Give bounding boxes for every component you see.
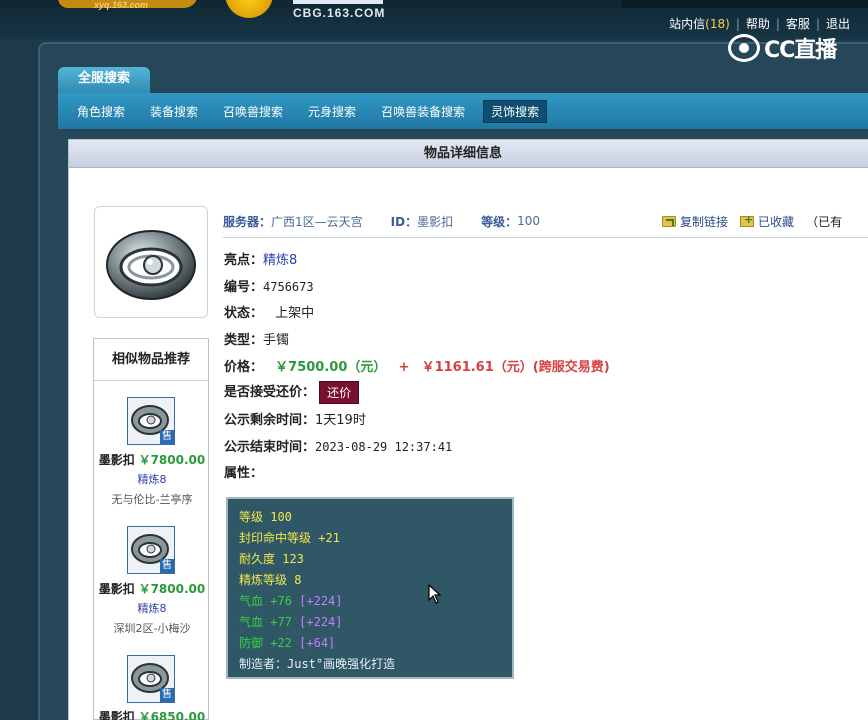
top-links: 站内信(18) | 帮助 | 客服 | 退出 — [669, 15, 850, 32]
price-plus: + — [398, 360, 410, 375]
cbg-logo-star-icon — [225, 0, 273, 18]
end-label: 公示结束时间： — [224, 440, 316, 455]
highlight-row: 亮点：精炼8 — [224, 249, 297, 268]
price-label: 价格： — [224, 360, 264, 375]
logout-link[interactable]: 退出 — [826, 15, 850, 32]
item-image — [94, 206, 208, 318]
level-label: 等级： — [481, 214, 518, 229]
highlight-label: 亮点： — [224, 253, 264, 268]
status-label: 状态： — [224, 306, 264, 321]
topbar-strip — [622, 0, 868, 8]
attr-line: 制造者：Just°画晚强化打造 — [239, 657, 396, 671]
sub-nav: 角色搜索 装备搜索 召唤兽搜索 元身搜索 召唤兽装备搜索 灵饰搜索 — [58, 93, 868, 129]
cross-server-fee: ￥1161.61（元）(跨服交易费) — [421, 360, 610, 375]
number-row: 编号：4756673 — [224, 276, 314, 295]
id-label: ID： — [390, 214, 418, 229]
end-time-row: 公示结束时间：2023-08-29 12:37:41 — [224, 436, 452, 455]
panel-title: 物品详细信息 — [69, 140, 868, 168]
server-label: 服务器： — [223, 214, 272, 229]
similar-item-server: 深圳2区-小梅沙 — [113, 622, 191, 635]
for-sale-tag: 售 — [160, 559, 174, 573]
haggle-label: 是否接受还价： — [224, 385, 316, 400]
similar-items-title: 相似物品推荐 — [94, 339, 208, 381]
cbg-logo-graphic — [293, 0, 383, 4]
id-value: 墨影扣 — [417, 214, 454, 229]
type-row: 类型：手镯 — [224, 329, 289, 348]
price-row: 价格： ￥7500.00（元） + ￥1161.61（元）(跨服交易费) — [224, 356, 610, 375]
subnav-item-0[interactable]: 角色搜索 — [70, 101, 132, 122]
cc-live-watermark: CC直播 — [728, 32, 837, 64]
attr-line: 等级 100 — [239, 510, 292, 524]
subnav-item-4[interactable]: 召唤兽装备搜索 — [374, 101, 472, 122]
cc-logo-text: CC直播 — [764, 38, 837, 63]
divider: | — [735, 16, 740, 31]
messages-label: 站内信 — [669, 17, 706, 31]
attr-line: 气血 +76 [+224] — [239, 594, 343, 608]
number-label: 编号： — [224, 280, 264, 295]
for-sale-tag: 售 — [160, 688, 174, 702]
highlight-value: 精炼8 — [263, 253, 298, 268]
similar-item-refine: 精炼8 — [137, 473, 167, 486]
subnav-item-2[interactable]: 召唤兽搜索 — [216, 101, 290, 122]
item-summary-bar: 服务器： 广西1区—云天宫 ID： 墨影扣 等级： 100 复制链接 已收藏 （… — [223, 205, 868, 238]
messages-link[interactable]: 站内信(18) — [669, 15, 730, 32]
similar-item-thumb[interactable]: 售 — [127, 655, 175, 703]
status-value: 上架中 — [275, 306, 315, 321]
for-sale-tag: 售 — [160, 430, 174, 444]
similar-item-server: 无与伦比-兰亭序 — [111, 493, 193, 506]
remaining-time-row: 公示剩余时间：1天19时 — [224, 409, 366, 428]
level-value: 100 — [517, 214, 541, 228]
xyq-logo[interactable]: xyq.163.com — [58, 0, 208, 20]
attr-line: 防御 +22 [+64] — [239, 636, 336, 650]
divider: | — [775, 16, 780, 31]
divider: | — [815, 16, 820, 31]
similar-items-panel: 相似物品推荐 售 墨影扣 ￥7800.00 精炼8 无与伦比-兰亭序 售 墨影扣 — [93, 338, 209, 720]
end-value: 2023-08-29 12:37:41 — [315, 440, 453, 454]
haggle-button[interactable]: 还价 — [319, 381, 360, 404]
xyq-logo-url: xyq.163.com — [94, 0, 149, 10]
number-value: 4756673 — [263, 280, 314, 294]
attributes-box: 等级 100 封印命中等级 +21 耐久度 123 精炼等级 8 气血 +76 … — [226, 497, 514, 679]
attr-line: 气血 +77 [+224] — [239, 615, 343, 629]
remaining-value: 1天19时 — [315, 413, 366, 428]
attributes-row: 属性： — [224, 462, 263, 481]
haggle-row: 是否接受还价： 还价 — [224, 381, 360, 404]
similar-item-name: 墨影扣 ￥6850.00 — [98, 710, 206, 720]
similar-item-name: 墨影扣 ￥7800.00 — [98, 582, 206, 596]
messages-count: (18) — [705, 17, 730, 31]
copy-link-button[interactable]: 复制链接 — [662, 213, 728, 230]
similar-item-thumb[interactable]: 售 — [127, 397, 175, 445]
attr-line: 精炼等级 8 — [239, 573, 302, 587]
cbg-logo-url: CBG.163.COM — [293, 6, 386, 20]
favorite-label: 已收藏 — [758, 214, 795, 229]
type-value: 手镯 — [263, 333, 290, 348]
cc-logo-icon — [728, 34, 760, 62]
favorite-button[interactable]: 已收藏 — [740, 213, 794, 230]
attr-line: 封印命中等级 +21 — [239, 531, 340, 545]
help-link[interactable]: 帮助 — [746, 15, 770, 32]
similar-item-refine: 精炼8 — [137, 602, 167, 615]
tab-all-server-search[interactable]: 全服搜索 — [58, 67, 150, 93]
subnav-item-1[interactable]: 装备搜索 — [143, 101, 205, 122]
server-value: 广西1区—云天宫 — [271, 214, 363, 229]
bracelet-icon — [106, 230, 196, 300]
attributes-label: 属性： — [224, 466, 264, 481]
service-link[interactable]: 客服 — [786, 15, 810, 32]
remaining-label: 公示剩余时间： — [224, 413, 316, 428]
copy-link-label: 复制链接 — [680, 214, 729, 229]
attr-line: 耐久度 123 — [239, 552, 304, 566]
status-row: 状态： 上架中 — [224, 302, 314, 321]
similar-item-name: 墨影扣 ￥7800.00 — [98, 453, 206, 467]
favorite-icon — [740, 213, 755, 227]
type-label: 类型： — [224, 333, 264, 348]
subnav-item-3[interactable]: 元身搜索 — [301, 101, 363, 122]
cbg-logo[interactable]: CBG.163.COM — [225, 0, 385, 20]
price-value: ￥7500.00（元） — [275, 360, 387, 375]
favorite-count-text: （已有 — [806, 214, 843, 229]
subnav-item-5[interactable]: 灵饰搜索 — [483, 99, 548, 123]
similar-item-thumb[interactable]: 售 — [127, 526, 175, 574]
copy-link-icon — [662, 215, 677, 227]
